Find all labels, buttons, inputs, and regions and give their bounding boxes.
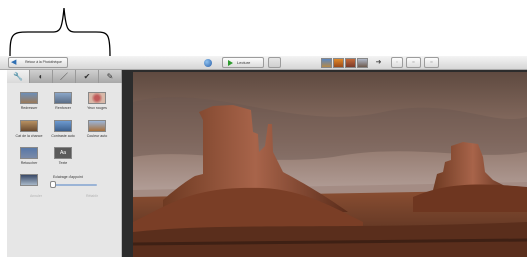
top-toolbar: ◀ Retour à la Photothèque Lecture ➜ ▫ ▫▫… bbox=[0, 56, 527, 70]
back-to-library-button[interactable]: ◀ Retour à la Photothèque bbox=[8, 57, 68, 68]
next-arrow-icon[interactable]: ➜ bbox=[374, 59, 383, 67]
tool-label: Cat de la chance bbox=[15, 134, 43, 138]
tool-label: Retoucher bbox=[20, 161, 38, 165]
tab-effects[interactable]: ✔ bbox=[76, 70, 99, 83]
brush-icon: ／ bbox=[60, 72, 68, 81]
tool-label: Yeux rouges bbox=[87, 106, 107, 110]
photo-thumbnail-1[interactable] bbox=[321, 58, 332, 68]
monument-valley-photo[interactable] bbox=[133, 72, 527, 257]
fill-light-label: Eclairage d'appoint bbox=[53, 175, 83, 179]
tool-crop[interactable]: Cat de la chance bbox=[11, 120, 47, 138]
play-button[interactable]: Lecture bbox=[222, 57, 264, 68]
wrench-icon: 🔧 bbox=[13, 72, 23, 81]
tab-tools[interactable]: 🔧 bbox=[7, 70, 30, 83]
annotation-brace bbox=[9, 7, 111, 56]
fill-light-slider-knob[interactable] bbox=[50, 181, 56, 188]
red-eye-icon bbox=[88, 92, 106, 104]
auto-contrast-icon bbox=[54, 120, 72, 132]
tool-retouch[interactable]: Retoucher bbox=[11, 147, 47, 165]
tool-red-eye[interactable]: Yeux rouges bbox=[79, 92, 115, 110]
back-arrow-icon: ◀ bbox=[11, 59, 17, 66]
text-tool-icon: Aa bbox=[54, 147, 72, 159]
auto-color-icon bbox=[88, 120, 106, 132]
tool-enhance[interactable]: Renforcer bbox=[45, 92, 81, 110]
tab-adjust[interactable]: ✎ bbox=[99, 70, 122, 83]
tool-label: Texte bbox=[58, 161, 68, 165]
undo-button[interactable]: Annuler bbox=[11, 193, 61, 200]
exposure-icon: ◐ bbox=[38, 72, 44, 81]
enhance-icon bbox=[54, 92, 72, 104]
effects-icon: ✔ bbox=[83, 72, 91, 81]
photo-thumbnail-2[interactable] bbox=[333, 58, 344, 68]
view-grid-button[interactable]: ▫▫ bbox=[424, 57, 439, 68]
globe-icon[interactable] bbox=[204, 59, 212, 67]
view-compare-button[interactable]: ▫▫ bbox=[406, 57, 421, 68]
tool-auto-contrast[interactable]: Contraste auto bbox=[45, 120, 81, 138]
adjust-icon: ✎ bbox=[106, 72, 114, 81]
tool-straighten[interactable]: Redresser bbox=[11, 92, 47, 110]
play-label: Lecture bbox=[237, 60, 251, 65]
tool-auto-color[interactable]: Couleur auto bbox=[79, 120, 115, 138]
photo-thumbnail-4[interactable] bbox=[357, 58, 368, 68]
redo-button[interactable]: Rétablir bbox=[67, 193, 117, 200]
play-icon bbox=[228, 59, 233, 66]
edit-panel: 🔧 ◐ ／ ✔ ✎ Redresser Renforcer Yeux rouge… bbox=[7, 70, 122, 257]
tool-label: Contraste auto bbox=[51, 134, 75, 138]
tool-label: Couleur auto bbox=[86, 134, 108, 138]
edit-tabs: 🔧 ◐ ／ ✔ ✎ bbox=[7, 70, 122, 83]
photo-thumbnail-3[interactable] bbox=[345, 58, 356, 68]
straighten-icon bbox=[20, 92, 38, 104]
tool-label: Renforcer bbox=[55, 106, 71, 110]
disabled-toolbar-button[interactable] bbox=[268, 57, 281, 68]
fill-light-thumbnail bbox=[20, 174, 38, 186]
tab-exposure[interactable]: ◐ bbox=[30, 70, 53, 83]
tool-text[interactable]: Aa Texte bbox=[45, 147, 81, 165]
tool-label: Redresser bbox=[20, 106, 38, 110]
fill-light-slider-track[interactable] bbox=[53, 184, 97, 186]
back-to-library-label: Retour à la Photothèque bbox=[25, 59, 62, 64]
view-single-button[interactable]: ▫ bbox=[391, 57, 403, 68]
tab-brush[interactable]: ／ bbox=[53, 70, 76, 83]
fill-light-thumbnail-wrap bbox=[11, 174, 47, 186]
crop-icon bbox=[20, 120, 38, 132]
retouch-icon bbox=[20, 147, 38, 159]
